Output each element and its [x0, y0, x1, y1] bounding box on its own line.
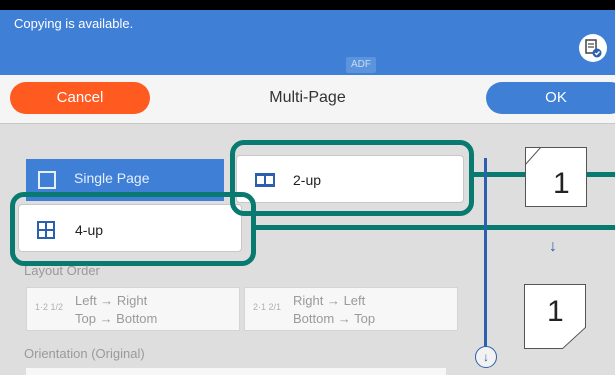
layout-order-label: Layout Order [24, 263, 100, 278]
right-left-line2: Bottom → Top [293, 311, 376, 326]
orientation-label: Orientation (Original) [24, 346, 145, 361]
arrow-down-icon: ↓ [549, 238, 557, 255]
left-right-order-icon: 1·2 1/2 [35, 302, 64, 312]
document-check-icon[interactable] [579, 34, 607, 62]
two-up-highlight [230, 140, 474, 216]
status-bar: Copying is available. ADF [0, 0, 615, 75]
scroll-track[interactable] [484, 158, 487, 348]
right-left-line1: Right → Left [293, 293, 366, 308]
adf-badge: ADF [346, 57, 376, 73]
preview-page-top: 1 [525, 147, 587, 207]
right-left-order-button[interactable]: 2·1 2/1 Right → Left Bottom → Top [244, 287, 458, 331]
preview-page-bottom: 1 [524, 284, 586, 349]
status-message: Copying is available. [14, 16, 134, 31]
cancel-button[interactable]: Cancel [10, 82, 150, 114]
preview-bottom-number: 1 [547, 295, 564, 328]
left-right-order-button[interactable]: 1·2 1/2 Left → Right Top → Bottom [26, 287, 240, 331]
left-right-line2: Top → Bottom [75, 311, 158, 326]
preview-top-number: 1 [553, 167, 570, 200]
four-up-callout-line [256, 225, 615, 230]
left-right-line1: Left → Right [75, 293, 148, 308]
single-page-icon [38, 171, 56, 189]
ok-button[interactable]: OK [486, 82, 615, 114]
orientation-options[interactable] [26, 368, 446, 375]
single-page-label: Single Page [74, 170, 150, 186]
right-left-order-icon: 2·1 2/1 [253, 302, 282, 312]
scroll-down-icon[interactable]: ↓ [475, 346, 497, 368]
four-up-highlight [10, 192, 256, 266]
